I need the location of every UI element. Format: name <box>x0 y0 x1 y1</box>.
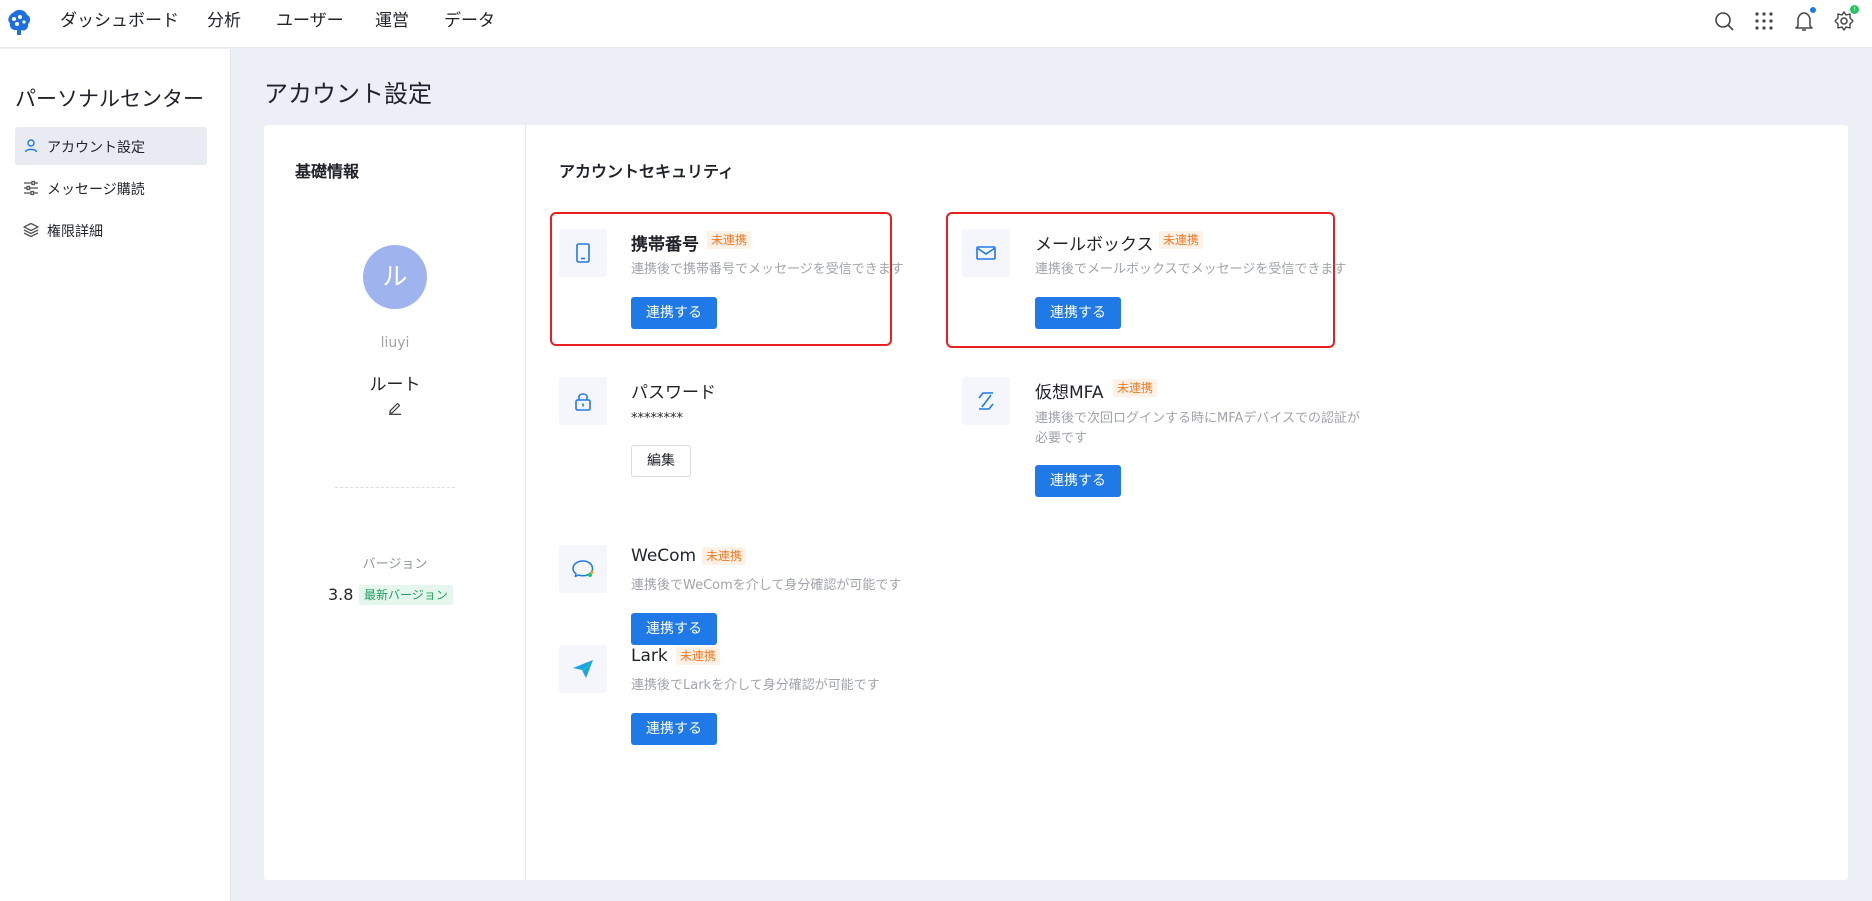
version-number: 3.8 <box>328 585 354 604</box>
mfa-icon-box <box>962 377 1010 425</box>
search-icon[interactable] <box>1713 10 1735 32</box>
wecom-icon-box <box>559 545 607 593</box>
nav-users[interactable]: ユーザー <box>276 10 344 32</box>
account-security-title: アカウントセキュリティ <box>559 162 735 181</box>
nav-analysis[interactable]: 分析 <box>207 10 241 32</box>
password-icon-box <box>559 377 607 425</box>
sidebar-item-label: メッセージ購読 <box>47 182 145 198</box>
settings-badge: ! <box>1850 5 1859 14</box>
apps-grid-icon[interactable] <box>1753 10 1775 32</box>
email-unlinked-tag: 未連携 <box>1159 231 1204 249</box>
phone-title: 携帯番号 <box>631 235 699 255</box>
notification-dot <box>1810 7 1816 13</box>
nav-data[interactable]: データ <box>444 10 495 32</box>
user-role: ルート <box>369 375 421 395</box>
sidebar-title: パーソナルセンター <box>15 87 204 111</box>
nav-dashboard[interactable]: ダッシュボード <box>60 10 179 32</box>
lock-icon <box>575 393 591 411</box>
mfa-description-line2: 必要です <box>1035 431 1088 446</box>
lark-paper-plane-icon <box>573 660 593 678</box>
wecom-unlinked-tag: 未連携 <box>702 547 747 565</box>
brain-logo-icon[interactable] <box>6 8 32 36</box>
wecom-description: 連携後でWeComを介して身分確認が可能です <box>631 578 902 593</box>
mail-icon <box>976 246 996 260</box>
user-icon <box>24 139 38 153</box>
password-masked-value: ******** <box>631 411 683 426</box>
sliders-icon <box>24 180 38 196</box>
sync-arrows-icon <box>978 392 994 410</box>
username: liuyi <box>380 335 410 351</box>
sidebar-item-label: 権限詳細 <box>47 224 103 240</box>
link-mfa-button[interactable]: 連携する <box>1035 465 1121 497</box>
sidebar-item-account-settings[interactable]: アカウント設定 <box>15 127 207 165</box>
bell-icon[interactable] <box>1793 10 1815 32</box>
link-phone-button[interactable]: 連携する <box>631 297 717 329</box>
sidebar-item-permission-details[interactable]: 権限詳細 <box>15 211 207 249</box>
version-label: バージョン <box>362 557 428 572</box>
sidebar: パーソナルセンター アカウント設定 メッセージ購読 権限詳細 <box>0 49 231 901</box>
lark-description: 連携後でLarkを介して身分確認が可能です <box>631 678 880 693</box>
link-email-button[interactable]: 連携する <box>1035 297 1121 329</box>
section-divider <box>525 125 526 880</box>
basic-info-title: 基礎情報 <box>295 162 360 181</box>
lark-icon-box <box>559 645 607 693</box>
mfa-title: 仮想MFA <box>1035 383 1104 403</box>
top-navbar: ダッシュボード 分析 ユーザー 運営 データ ! <box>0 0 1872 48</box>
nav-operations[interactable]: 運営 <box>375 10 409 32</box>
email-icon-box <box>962 229 1010 277</box>
wecom-chat-icon <box>572 560 594 578</box>
phone-unlinked-tag: 未連携 <box>707 231 752 249</box>
sidebar-item-label: アカウント設定 <box>47 140 145 156</box>
link-wecom-button[interactable]: 連携する <box>631 613 717 645</box>
mfa-description-line1: 連携後で次回ログインする時にMFAデバイスでの認証が <box>1035 411 1361 426</box>
email-description: 連携後でメールボックスでメッセージを受信できます <box>1035 262 1347 277</box>
latest-version-badge: 最新バージョン <box>359 585 453 605</box>
layers-icon <box>23 222 39 238</box>
lark-unlinked-tag: 未連携 <box>676 647 721 665</box>
avatar: ル <box>363 245 427 309</box>
wecom-title: WeCom <box>631 546 697 566</box>
edit-pencil-icon[interactable] <box>388 401 402 415</box>
phone-icon-box <box>559 229 607 277</box>
link-lark-button[interactable]: 連携する <box>631 713 717 745</box>
page-title: アカウント設定 <box>264 80 432 108</box>
dashed-divider <box>335 487 455 488</box>
edit-password-button[interactable]: 編集 <box>631 445 691 477</box>
password-title: パスワード <box>631 383 716 403</box>
email-title: メールボックス <box>1035 235 1154 255</box>
lark-title: Lark <box>631 646 668 666</box>
sidebar-item-message-subscription[interactable]: メッセージ購読 <box>15 169 207 207</box>
mobile-phone-icon <box>576 243 590 263</box>
mfa-unlinked-tag: 未連携 <box>1113 379 1158 397</box>
phone-description: 連携後で携帯番号でメッセージを受信できます <box>631 262 904 277</box>
